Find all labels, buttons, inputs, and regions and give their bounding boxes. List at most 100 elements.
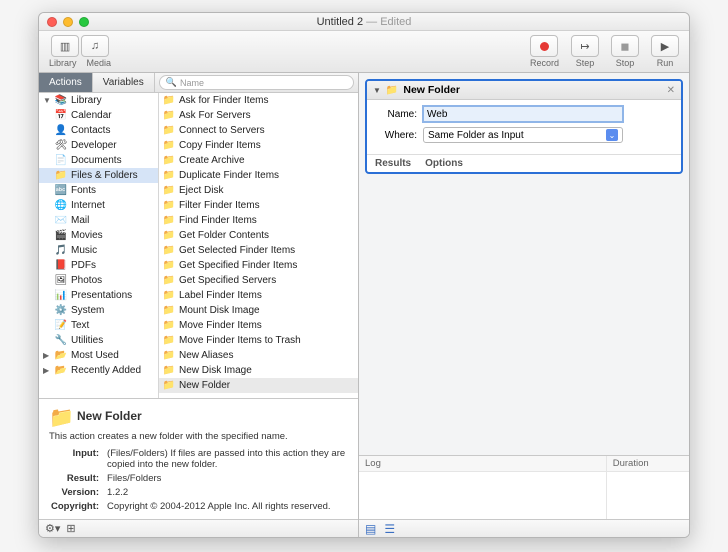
run-button[interactable] <box>651 35 679 57</box>
desc-version-label: Version: <box>51 487 105 499</box>
desc-input-label: Input: <box>51 448 105 471</box>
tab-actions[interactable]: Actions <box>39 73 93 92</box>
remove-action-button[interactable]: ✕ <box>667 85 675 96</box>
category-item[interactable]: 🛠Developer <box>39 138 158 153</box>
action-item[interactable]: 📁Ask For Servers <box>159 108 358 123</box>
action-item[interactable]: 📁Copy Finder Items <box>159 138 358 153</box>
window-title-text: Untitled 2 <box>317 16 363 28</box>
search-icon: 🔍 <box>166 77 177 88</box>
app-window: Untitled 2 — Edited ▥ ♫ Library Media Re… <box>38 12 690 538</box>
duration-header: Duration <box>607 456 689 472</box>
category-footer-item[interactable]: ▶📂Most Used <box>39 348 158 363</box>
category-list[interactable]: ▼📚Library📅Calendar👤Contacts🛠Developer📄Do… <box>39 93 159 398</box>
action-item[interactable]: 📁Eject Disk <box>159 183 358 198</box>
grid-icon[interactable]: ⊞ <box>66 522 75 535</box>
toolbar: ▥ ♫ Library Media Record Step Stop Run <box>39 31 689 73</box>
titlebar: Untitled 2 — Edited <box>39 13 689 31</box>
left-statusbar: ⚙︎▾ ⊞ <box>39 519 358 537</box>
category-item[interactable]: 🔤Fonts <box>39 183 158 198</box>
desc-copyright-value: Copyright © 2004-2012 Apple Inc. All rig… <box>107 501 346 513</box>
action-item[interactable]: 📁New Folder <box>159 378 358 393</box>
category-item[interactable]: 📊Presentations <box>39 288 158 303</box>
run-label: Run <box>657 58 674 68</box>
media-label: Media <box>87 58 112 68</box>
desc-copyright-label: Copyright: <box>51 501 105 513</box>
search-placeholder: Name <box>180 78 204 88</box>
workflow-canvas[interactable]: ▼ 📁 New Folder ✕ Name: Where: <box>359 73 689 455</box>
where-value: Same Folder as Input <box>428 130 524 141</box>
action-item[interactable]: 📁Connect to Servers <box>159 123 358 138</box>
action-list[interactable]: 📁Ask for Finder Items📁Ask For Servers📁Co… <box>159 93 358 398</box>
action-item[interactable]: 📁Get Specified Finder Items <box>159 258 358 273</box>
record-button[interactable] <box>530 35 558 57</box>
folder-icon: 📁 <box>386 85 398 96</box>
dropdown-arrow-icon: ⌄ <box>606 129 618 141</box>
description-summary: This action creates a new folder with th… <box>49 431 348 442</box>
category-item[interactable]: 🌐Internet <box>39 198 158 213</box>
action-item[interactable]: 📁Move Finder Items <box>159 318 358 333</box>
disclosure-icon[interactable]: ▼ <box>373 86 381 95</box>
action-item[interactable]: 📁Get Selected Finder Items <box>159 243 358 258</box>
action-item[interactable]: 📁Move Finder Items to Trash <box>159 333 358 348</box>
category-item[interactable]: 📕PDFs <box>39 258 158 273</box>
action-item[interactable]: 📁Create Archive <box>159 153 358 168</box>
tab-variables[interactable]: Variables <box>93 73 155 92</box>
action-item[interactable]: 📁Duplicate Finder Items <box>159 168 358 183</box>
workflow-action-new-folder[interactable]: ▼ 📁 New Folder ✕ Name: Where: <box>365 79 683 174</box>
action-item[interactable]: 📁Get Specified Servers <box>159 273 358 288</box>
category-item[interactable]: 🖼Photos <box>39 273 158 288</box>
category-item[interactable]: ✉️Mail <box>39 213 158 228</box>
results-tab[interactable]: Results <box>375 158 411 169</box>
stop-button[interactable] <box>611 35 639 57</box>
desc-result-value: Files/Folders <box>107 473 346 485</box>
category-item[interactable]: 📄Documents <box>39 153 158 168</box>
library-label: Library <box>49 58 77 68</box>
log-area: Log Duration <box>359 455 689 519</box>
category-item[interactable]: 🎬Movies <box>39 228 158 243</box>
library-toggle[interactable]: ▥ ♫ Library Media <box>49 35 111 68</box>
action-item[interactable]: 📁Ask for Finder Items <box>159 93 358 108</box>
log-header: Log <box>359 456 606 472</box>
action-description: 📁 New Folder This action creates a new f… <box>39 398 358 519</box>
category-item[interactable]: 📝Text <box>39 318 158 333</box>
step-label: Step <box>576 58 595 68</box>
category-item[interactable]: 🎵Music <box>39 243 158 258</box>
step-button[interactable] <box>571 35 599 57</box>
window-edited-indicator: — Edited <box>363 16 411 28</box>
desc-result-label: Result: <box>51 473 105 485</box>
options-tab[interactable]: Options <box>425 158 463 169</box>
desc-version-value: 1.2.2 <box>107 487 346 499</box>
stop-label: Stop <box>616 58 635 68</box>
library-tabs: Actions Variables 🔍 Name <box>39 73 358 93</box>
category-item[interactable]: ⚙️System <box>39 303 158 318</box>
log-view-icon[interactable]: ▤ <box>365 522 376 536</box>
category-item[interactable]: 📅Calendar <box>39 108 158 123</box>
category-item[interactable]: 👤Contacts <box>39 123 158 138</box>
action-item[interactable]: 📁New Aliases <box>159 348 358 363</box>
category-root[interactable]: ▼📚Library <box>39 93 158 108</box>
action-item[interactable]: 📁New Disk Image <box>159 363 358 378</box>
action-item[interactable]: 📁Find Finder Items <box>159 213 358 228</box>
action-card-title: New Folder <box>403 84 460 96</box>
action-item[interactable]: 📁Label Finder Items <box>159 288 358 303</box>
window-title: Untitled 2 — Edited <box>39 16 689 28</box>
log-view-alt-icon[interactable]: ☰ <box>384 522 395 536</box>
desc-input-value: (Files/Folders) If files are passed into… <box>107 448 346 471</box>
action-item[interactable]: 📁Mount Disk Image <box>159 303 358 318</box>
action-item[interactable]: 📁Filter Finder Items <box>159 198 358 213</box>
description-title: New Folder <box>77 409 142 423</box>
right-statusbar: ▤ ☰ <box>359 519 689 537</box>
folder-icon: 📁 <box>49 405 71 427</box>
action-item[interactable]: 📁Get Folder Contents <box>159 228 358 243</box>
gear-icon[interactable]: ⚙︎▾ <box>45 522 60 535</box>
where-field-label: Where: <box>377 130 417 141</box>
search-input[interactable]: 🔍 Name <box>159 75 354 90</box>
category-item[interactable]: 📁Files & Folders <box>39 168 158 183</box>
media-icon: ♫ <box>81 35 109 57</box>
where-dropdown[interactable]: Same Folder as Input ⌄ <box>423 127 623 143</box>
name-field[interactable] <box>423 106 623 122</box>
category-footer-item[interactable]: ▶📂Recently Added <box>39 363 158 378</box>
name-field-label: Name: <box>377 109 417 120</box>
category-item[interactable]: 🔧Utilities <box>39 333 158 348</box>
library-icon: ▥ <box>51 35 79 57</box>
